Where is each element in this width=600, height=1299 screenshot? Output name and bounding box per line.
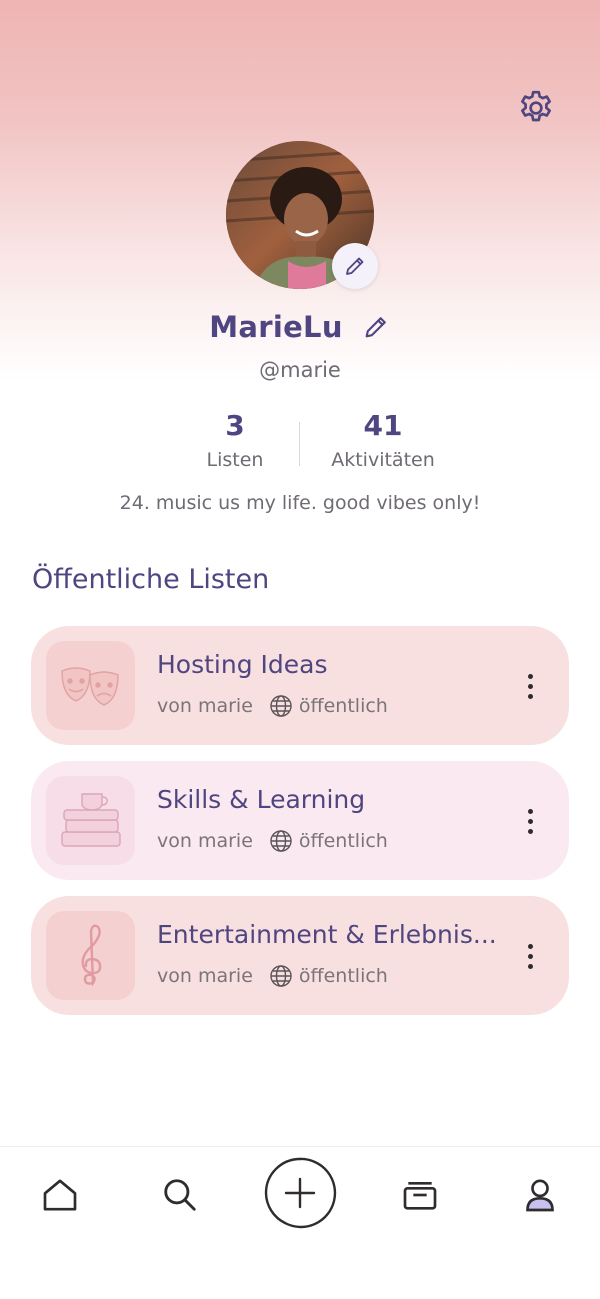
more-dot — [527, 673, 533, 679]
list-visibility: öffentlich — [298, 965, 388, 987]
list-thumbnail — [46, 776, 135, 865]
list-visibility: öffentlich — [298, 830, 388, 852]
list-owner: von marie — [157, 695, 253, 717]
profile-icon — [526, 1179, 554, 1212]
nav-add[interactable] — [262, 1155, 338, 1231]
more-options-button[interactable] — [513, 799, 547, 843]
list-meta: von marie öffentlich — [157, 964, 388, 988]
nav-home[interactable] — [30, 1167, 90, 1223]
bottom-navigation — [0, 1146, 600, 1299]
list-meta: von marie öffentlich — [157, 694, 388, 718]
more-dot — [527, 943, 533, 949]
avatar-container — [226, 141, 378, 291]
home-icon — [43, 1179, 77, 1211]
list-item[interactable]: Entertainment & Erlebnis... von marie öf… — [31, 896, 569, 1015]
list-title: Hosting Ideas — [157, 650, 328, 679]
search-icon — [164, 1179, 196, 1211]
collection-icon — [403, 1182, 437, 1210]
nav-search[interactable] — [150, 1167, 210, 1223]
stat-label: Listen — [206, 449, 264, 471]
pencil-icon — [346, 257, 364, 275]
gear-icon — [521, 90, 551, 122]
profile-screen: MarieLu @marie 3 Listen 41 Aktivitäten 2… — [0, 0, 600, 1299]
theater-masks-icon — [60, 666, 119, 706]
more-options-button[interactable] — [513, 664, 547, 708]
more-dot — [527, 683, 533, 689]
stat-label: Aktivitäten — [331, 449, 435, 471]
settings-button[interactable] — [514, 86, 558, 130]
pencil-icon — [365, 317, 386, 338]
list-title: Skills & Learning — [157, 785, 366, 814]
list-owner: von marie — [157, 965, 253, 987]
books-cup-icon — [60, 792, 121, 847]
stat-divider — [299, 422, 300, 466]
more-dot — [527, 828, 533, 834]
profile-handle: @marie — [259, 358, 341, 382]
profile-name: MarieLu — [209, 310, 343, 344]
edit-avatar-button[interactable] — [332, 243, 378, 289]
list-thumbnail — [46, 911, 135, 1000]
globe-icon — [269, 964, 293, 988]
more-dot — [527, 963, 533, 969]
more-dot — [527, 818, 533, 824]
more-dot — [527, 693, 533, 699]
list-title: Entertainment & Erlebnis... — [157, 920, 497, 949]
globe-icon — [269, 694, 293, 718]
edit-name-button[interactable] — [361, 312, 391, 342]
stat-value: 3 — [225, 409, 245, 442]
list-owner: von marie — [157, 830, 253, 852]
list-meta: von marie öffentlich — [157, 829, 388, 853]
nav-profile[interactable] — [510, 1167, 570, 1223]
list-item[interactable]: Hosting Ideas von marie öffentlich — [31, 626, 569, 745]
more-dot — [527, 808, 533, 814]
list-visibility: öffentlich — [298, 695, 388, 717]
stat-lists[interactable]: 3 Listen — [165, 408, 305, 476]
profile-bio: 24. music us my life. good vibes only! — [119, 492, 481, 514]
name-row: MarieLu — [0, 310, 600, 344]
more-options-button[interactable] — [513, 934, 547, 978]
list-thumbnail — [46, 641, 135, 730]
stat-activities[interactable]: 41 Aktivitäten — [313, 408, 453, 476]
profile-stats: 3 Listen 41 Aktivitäten — [0, 408, 600, 478]
add-icon — [264, 1157, 337, 1229]
section-title: Öffentliche Listen — [32, 564, 270, 595]
stat-value: 41 — [363, 409, 403, 442]
list-item[interactable]: Skills & Learning von marie öffentlich — [31, 761, 569, 880]
more-dot — [527, 953, 533, 959]
nav-collection[interactable] — [390, 1167, 450, 1223]
treble-clef-icon — [81, 923, 101, 987]
globe-icon — [269, 829, 293, 853]
